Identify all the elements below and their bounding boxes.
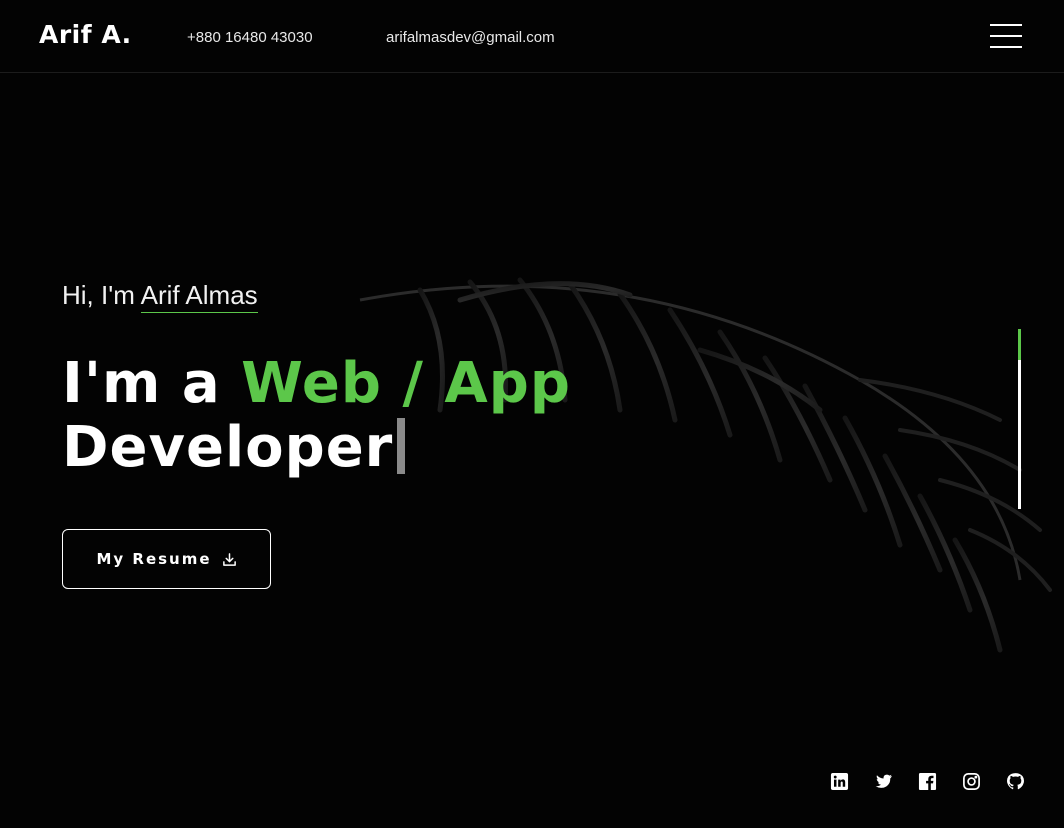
scroll-progress-fill xyxy=(1018,329,1021,360)
linkedin-icon[interactable] xyxy=(830,772,849,791)
greeting-prefix: Hi, I'm xyxy=(62,280,141,310)
hamburger-icon[interactable] xyxy=(990,24,1022,48)
twitter-icon[interactable] xyxy=(874,772,893,791)
hamburger-line xyxy=(990,24,1022,26)
resume-button[interactable]: My Resume xyxy=(62,529,271,589)
headline-prefix: I'm a xyxy=(62,351,242,416)
headline-suffix: Developer xyxy=(62,415,394,480)
hero-headline: I'm a Web / App Developer xyxy=(62,352,571,480)
instagram-icon[interactable] xyxy=(962,772,981,791)
facebook-icon[interactable] xyxy=(918,772,937,791)
greeting-name: Arif Almas xyxy=(140,280,258,313)
site-logo[interactable]: Arif A. xyxy=(39,20,132,49)
typing-cursor xyxy=(397,418,406,474)
email-link[interactable]: arifalmasdev@gmail.com xyxy=(386,29,555,46)
phone-link[interactable]: +880 16480 43030 xyxy=(187,29,313,46)
top-nav-bar: Arif A. +880 16480 43030 arifalmasdev@gm… xyxy=(0,0,1064,73)
social-links xyxy=(830,772,1025,791)
hamburger-line xyxy=(990,35,1022,37)
download-icon xyxy=(222,552,236,566)
resume-button-label: My Resume xyxy=(96,550,212,568)
github-icon[interactable] xyxy=(1006,772,1025,791)
scroll-progress-indicator xyxy=(1018,329,1021,509)
hamburger-line xyxy=(990,46,1022,48)
hero-greeting: Hi, I'm Arif Almas xyxy=(62,280,258,313)
page: Arif A. +880 16480 43030 arifalmasdev@gm… xyxy=(0,0,1064,828)
headline-accent: Web / App xyxy=(241,351,571,416)
